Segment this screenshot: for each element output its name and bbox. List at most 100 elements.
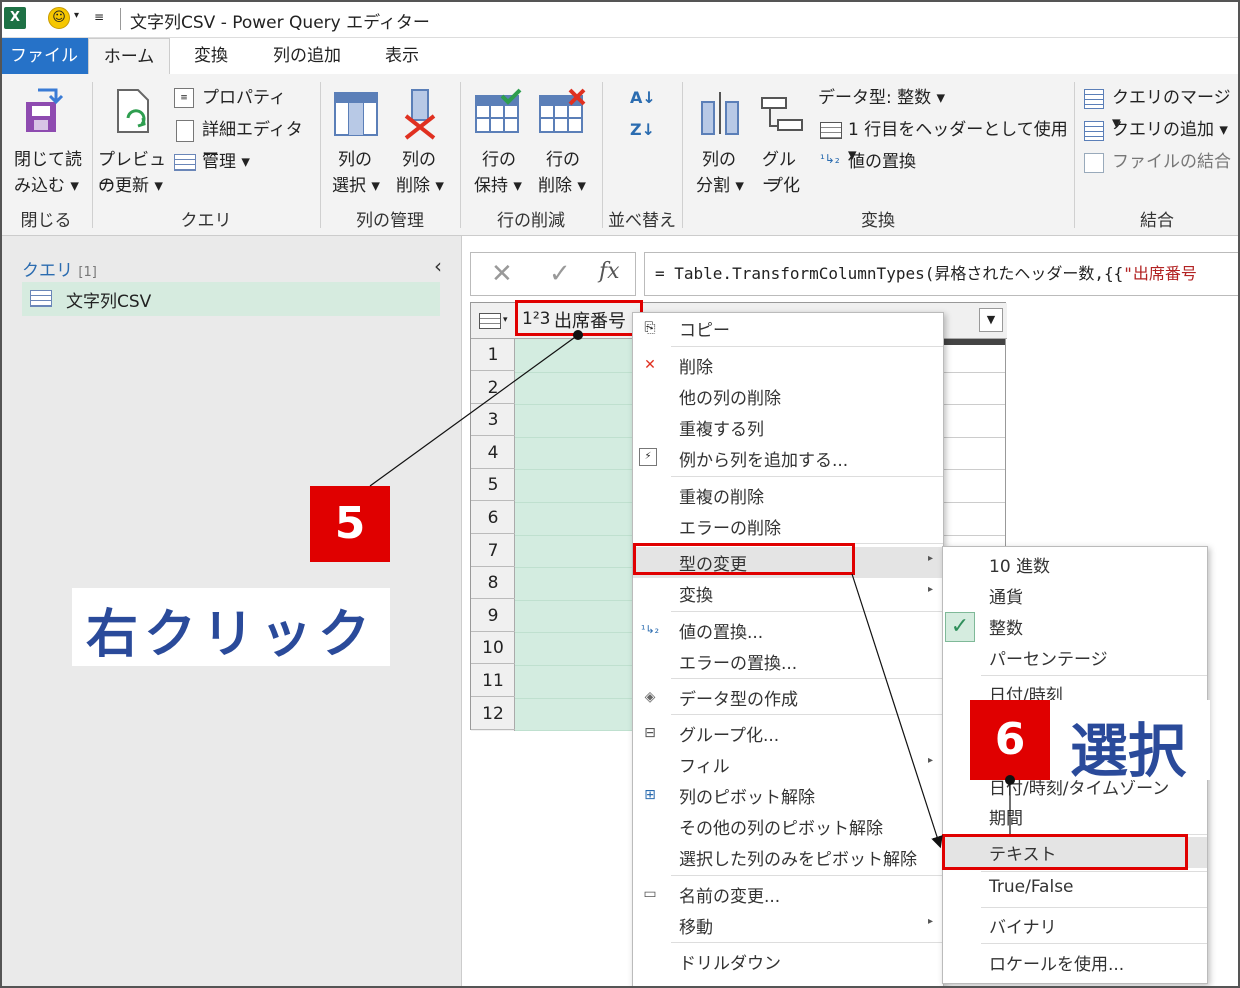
table-icon <box>30 290 52 307</box>
table-row <box>941 404 1005 406</box>
menu-item-transform[interactable]: 変換 ▸ <box>633 578 943 609</box>
menu-item-move[interactable]: 移動 ▸ <box>633 910 943 941</box>
submenu-arrow-icon: ▸ <box>927 755 933 766</box>
append-queries-button[interactable]: クエリの追加 ▾ <box>1082 118 1232 144</box>
tab-file[interactable]: ファイル <box>0 38 88 74</box>
remove-rows-button[interactable]: 行の 削除 ▾ <box>532 82 592 196</box>
menu-item-rename[interactable]: ▭ 名前の変更... <box>633 879 943 910</box>
submenu-item-locale[interactable]: ロケールを使用... <box>943 947 1207 978</box>
submenu-item-decimal[interactable]: 10 進数 <box>943 549 1207 580</box>
row-number[interactable]: 5 <box>471 469 515 502</box>
submenu-item-binary[interactable]: バイナリ <box>943 910 1207 941</box>
submenu-item-percentage[interactable]: パーセンテージ <box>943 642 1207 673</box>
submenu-item-duration[interactable]: 期間 <box>943 801 1207 832</box>
right-click-annotation: 右クリック <box>72 588 390 666</box>
data-type-dropdown[interactable]: データ型: 整数 ▾ <box>818 86 958 112</box>
row-number[interactable]: 10 <box>471 632 515 665</box>
row-number[interactable]: 3 <box>471 404 515 437</box>
menu-item-replace-values[interactable]: ¹↳₂ 値の置換... <box>633 615 943 646</box>
properties-button[interactable]: ≡ プロパティ <box>172 86 312 112</box>
context-menu: ⎘ コピー ✕ 削除 他の列の削除 重複する列 ⚡ 例から列を追加する... 重… <box>632 312 944 988</box>
menu-item-unpivot-selected[interactable]: 選択した列のみをピボット解除 <box>633 842 943 873</box>
row-number[interactable]: 11 <box>471 665 515 697</box>
remove-columns-label-2: 削除 ▾ <box>396 176 444 196</box>
fx-icon[interactable]: fx <box>599 259 620 284</box>
cancel-icon[interactable]: ✕ <box>491 259 513 289</box>
menu-item-remove-other[interactable]: 他の列の削除 <box>633 381 943 412</box>
merge-queries-button[interactable]: クエリのマージ ▾ <box>1082 86 1232 133</box>
selected-cell-divider <box>515 665 633 666</box>
menu-item-duplicate[interactable]: 重複する列 <box>633 412 943 443</box>
sort-descending-icon: Z↓ <box>630 120 656 139</box>
tab-transform[interactable]: 変換 <box>170 38 252 74</box>
query-item[interactable]: 文字列CSV <box>22 282 440 316</box>
tab-view[interactable]: 表示 <box>362 38 442 74</box>
check-icon: ✓ <box>945 612 975 642</box>
menu-item-group-by[interactable]: ⊟ グループ化... <box>633 718 943 749</box>
group-label-close: 閉じる <box>20 211 72 231</box>
tab-home[interactable]: ホーム <box>88 38 170 74</box>
column-header-attendance-number[interactable]: 1²3 出席番号 <box>515 300 643 336</box>
manage-button[interactable]: 管理 ▾ <box>172 150 282 176</box>
split-column-label-2: 分割 ▾ <box>696 176 744 196</box>
row-number[interactable]: 12 <box>471 698 515 730</box>
excel-icon[interactable]: X <box>4 7 26 29</box>
row-number[interactable]: 7 <box>471 535 515 567</box>
sort-ascending-button[interactable]: A↓ <box>626 86 660 116</box>
menu-item-fill[interactable]: フィル ▸ <box>633 749 943 780</box>
submenu-item-boolean[interactable]: True/False <box>943 874 1207 905</box>
tab-add-column[interactable]: 列の追加 <box>252 38 362 74</box>
sort-descending-button[interactable]: Z↓ <box>626 118 660 148</box>
menu-item-remove-duplicates[interactable]: 重複の削除 <box>633 480 943 511</box>
row-number[interactable]: 2 <box>471 372 515 404</box>
window-title: 文字列CSV - Power Query エディター <box>130 13 430 33</box>
remove-rows-icon <box>539 88 586 133</box>
selected-column[interactable] <box>515 339 633 732</box>
combine-files-button[interactable]: ファイルの結合 <box>1082 150 1232 176</box>
split-column-button[interactable]: 列の 分割 ▾ <box>690 82 752 196</box>
submenu-item-integer[interactable]: ✓ 整数 <box>943 611 1207 642</box>
selected-cell-divider <box>515 730 633 732</box>
row-number[interactable]: 1 <box>471 339 515 371</box>
menu-item-drill-down[interactable]: ドリルダウン <box>633 946 943 977</box>
submenu-item-currency[interactable]: 通貨 <box>943 580 1207 611</box>
table-menu-icon[interactable] <box>479 313 501 329</box>
corner-dropdown-icon[interactable]: ▾ <box>503 315 508 325</box>
menu-item-unpivot-other[interactable]: その他の列のピボット解除 <box>633 811 943 842</box>
close-load-icon <box>26 88 64 132</box>
column-filter-dropdown-icon[interactable]: ▼ <box>979 308 1003 332</box>
refresh-preview-button[interactable]: プレビュー の更新 ▾ <box>96 82 170 196</box>
row-number[interactable]: 8 <box>471 567 515 600</box>
rename-icon: ▭ <box>643 886 657 902</box>
remove-columns-button[interactable]: 列の 削除 ▾ <box>392 82 452 196</box>
menu-item-remove[interactable]: ✕ 削除 <box>633 350 943 381</box>
properties-label: プロパティ <box>202 88 286 108</box>
advanced-editor-icon <box>176 120 194 142</box>
smiley-icon[interactable]: ☺ <box>48 7 70 29</box>
row-number[interactable]: 4 <box>471 437 515 469</box>
menu-item-replace-errors[interactable]: エラーの置換... <box>633 646 943 677</box>
replace-values-button[interactable]: ¹↳₂ 値の置換 <box>818 150 938 176</box>
integer-type-icon[interactable]: 1²3 <box>522 309 550 329</box>
customize-toolbar-icon[interactable]: ≡ <box>94 10 104 24</box>
confirm-icon[interactable]: ✓ <box>549 259 571 289</box>
menu-item-add-from-examples[interactable]: ⚡ 例から列を追加する... <box>633 443 943 474</box>
formula-input[interactable]: = Table.TransformColumnTypes(昇格されたヘッダー数,… <box>644 252 1240 296</box>
quick-access-dropdown-icon[interactable]: ▾ <box>74 10 79 21</box>
row-number[interactable]: 9 <box>471 600 515 632</box>
menu-item-create-data-type[interactable]: ◈ データ型の作成 <box>633 682 943 713</box>
submenu-arrow-icon: ▸ <box>927 916 933 927</box>
replace-values-icon: ¹↳₂ <box>640 623 660 636</box>
keep-rows-button[interactable]: 行の 保持 ▾ <box>468 82 528 196</box>
menu-item-unpivot[interactable]: ⊞ 列のピボット解除 <box>633 780 943 811</box>
advanced-editor-button[interactable]: 詳細エディター <box>172 118 318 165</box>
group-by-button[interactable]: グルー プ化 <box>756 82 812 196</box>
row-number[interactable]: 6 <box>471 502 515 534</box>
menu-item-remove-errors[interactable]: エラーの削除 <box>633 511 943 542</box>
menu-item-copy[interactable]: ⎘ コピー <box>633 313 943 344</box>
right-click-label: 右クリック <box>86 605 377 665</box>
close-load-button[interactable]: 閉じて読 み込む ▾ <box>8 82 82 196</box>
use-first-row-button[interactable]: 1 行目をヘッダーとして使用 ▾ <box>818 118 1068 165</box>
collapse-pane-icon[interactable]: ‹ <box>434 254 442 278</box>
choose-columns-button[interactable]: 列の 選択 ▾ <box>328 82 388 196</box>
